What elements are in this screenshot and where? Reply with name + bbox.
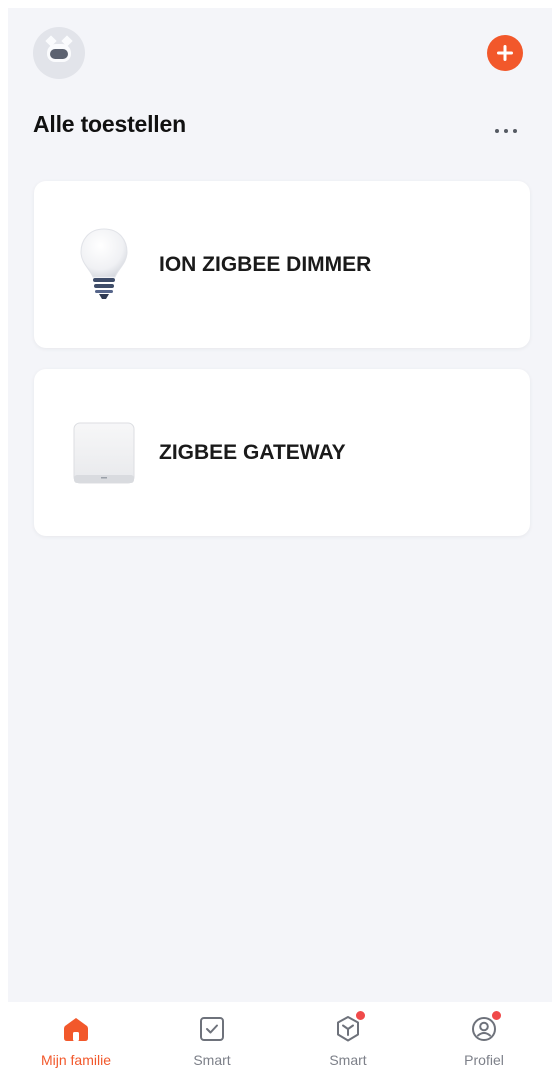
bottom-tab-bar: Mijn familie Smart Smart Profiel: [8, 1002, 552, 1072]
tab-icon-wrap: [196, 1013, 228, 1045]
checkbox-icon: [200, 1017, 224, 1041]
device-card-gateway[interactable]: ZIGBEE GATEWAY: [34, 369, 530, 536]
tab-smart-scenes[interactable]: Smart: [144, 1002, 280, 1072]
add-device-button[interactable]: [487, 35, 523, 71]
tab-icon-wrap: [332, 1010, 366, 1045]
tab-profiel[interactable]: Profiel: [416, 1002, 552, 1072]
notification-badge: [491, 1010, 502, 1021]
notification-badge: [355, 1010, 366, 1021]
more-dot-icon: [495, 129, 499, 133]
tab-mijn-familie[interactable]: Mijn familie: [8, 1002, 144, 1072]
tab-label: Smart: [329, 1052, 367, 1068]
avatar[interactable]: [33, 27, 85, 79]
tab-label: Smart: [193, 1052, 231, 1068]
tab-label: Profiel: [464, 1052, 504, 1068]
home-icon: [64, 1018, 88, 1041]
app-screen: Alle toestellen ION ZIGBEE DIMMER ZIGBEE…: [8, 8, 552, 1072]
device-card-dimmer[interactable]: ION ZIGBEE DIMMER: [34, 181, 530, 348]
lightbulb-icon: [80, 228, 128, 299]
page-title: Alle toestellen: [33, 111, 186, 137]
more-dot-icon: [504, 129, 508, 133]
plus-icon: [497, 45, 513, 61]
tab-smart-cube[interactable]: Smart: [280, 1002, 416, 1072]
robot-avatar-icon: [47, 44, 71, 62]
device-name: ZIGBEE GATEWAY: [159, 440, 346, 464]
tab-icon-wrap: [60, 1013, 92, 1045]
gateway-icon: [73, 422, 135, 484]
tab-icon-wrap: [468, 1010, 502, 1045]
more-options-button[interactable]: [486, 116, 526, 146]
tab-label: Mijn familie: [40, 1052, 111, 1068]
device-name: ION ZIGBEE DIMMER: [159, 252, 372, 276]
more-dot-icon: [513, 129, 517, 133]
